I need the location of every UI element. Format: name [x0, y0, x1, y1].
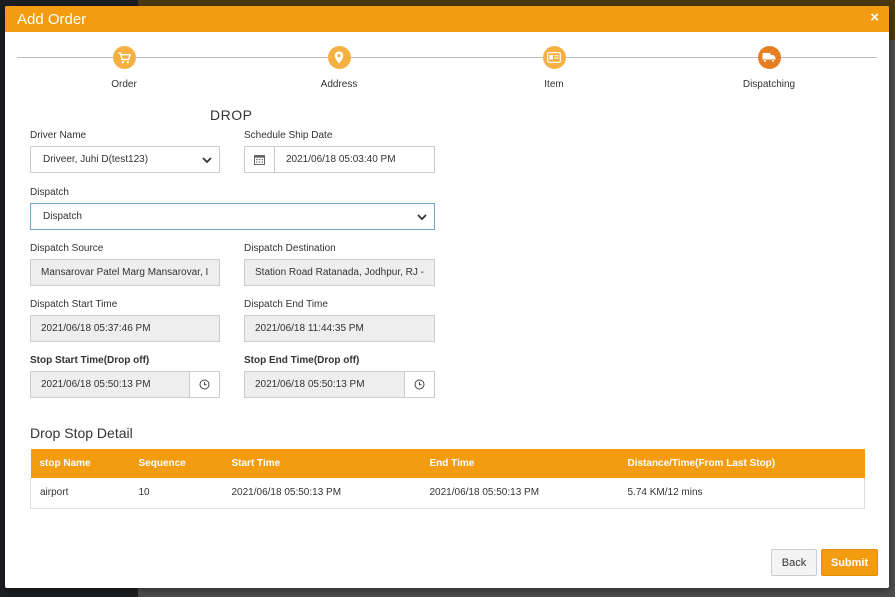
truck-icon	[757, 46, 781, 69]
dispatch-source-field[interactable]: Mansarovar Patel Marg Mansarovar, I	[30, 259, 220, 286]
stop-start-time-field[interactable]: 2021/06/18 05:50:13 PM	[30, 371, 220, 398]
back-button[interactable]: Back	[771, 549, 817, 576]
drop-stop-detail-title: Drop Stop Detail	[30, 425, 133, 441]
clock-icon[interactable]	[404, 372, 434, 397]
chevron-down-icon	[417, 214, 427, 221]
cell-start-time: 2021/06/18 05:50:13 PM	[222, 478, 421, 509]
submit-button[interactable]: Submit	[821, 549, 878, 576]
calendar-icon[interactable]	[245, 147, 275, 172]
cell-end-time: 2021/06/18 05:50:13 PM	[420, 478, 619, 509]
modal-title: Add Order	[17, 11, 87, 28]
dispatch-destination-value: Station Road Ratanada, Jodhpur, RJ -	[255, 267, 424, 278]
close-icon[interactable]: ×	[870, 9, 879, 26]
step-address[interactable]: Address	[279, 46, 399, 90]
dispatch-end-time-value: 2021/06/18 11:44:35 PM	[255, 323, 364, 334]
dispatch-select[interactable]: Dispatch	[30, 203, 435, 230]
order-stepper: Order Address Item Dispatching	[17, 46, 877, 96]
step-label-dispatching: Dispatching	[742, 79, 796, 90]
dispatch-start-time-value: 2021/06/18 05:37:46 PM	[41, 323, 151, 334]
column-header-distance-time: Distance/Time(From Last Stop)	[618, 449, 865, 478]
dispatch-start-time-field[interactable]: 2021/06/18 05:37:46 PM	[30, 315, 220, 342]
cell-distance-time: 5.74 KM/12 mins	[618, 478, 865, 509]
schedule-ship-date-value: 2021/06/18 05:03:40 PM	[286, 154, 396, 165]
stop-end-time-value: 2021/06/18 05:50:13 PM	[255, 379, 365, 390]
step-order[interactable]: Order	[64, 46, 184, 90]
step-label-address: Address	[320, 79, 358, 90]
cell-stop-name: airport	[30, 478, 130, 509]
dispatch-end-time-label: Dispatch End Time	[244, 299, 328, 310]
dispatch-value: Dispatch	[43, 211, 82, 222]
cell-sequence: 10	[129, 478, 223, 509]
dispatch-destination-label: Dispatch Destination	[244, 243, 336, 254]
stop-end-time-field[interactable]: 2021/06/18 05:50:13 PM	[244, 371, 435, 398]
table-header-row: stop Name Sequence Start Time End Time D…	[30, 449, 865, 478]
stop-end-time-label: Stop End Time(Drop off)	[244, 355, 360, 366]
driver-name-label: Driver Name	[30, 130, 87, 141]
column-header-stop-name: stop Name	[30, 449, 130, 478]
add-order-modal: Add Order × Order Address Item Dispatchi…	[5, 6, 889, 588]
schedule-ship-date-label: Schedule Ship Date	[244, 130, 333, 141]
stop-start-time-label: Stop Start Time(Drop off)	[30, 355, 150, 366]
map-pin-icon	[327, 46, 351, 69]
dispatch-destination-field[interactable]: Station Road Ratanada, Jodhpur, RJ -	[244, 259, 435, 286]
chevron-down-icon	[202, 157, 212, 164]
step-label-item: Item	[544, 79, 564, 90]
column-header-sequence: Sequence	[129, 449, 223, 478]
step-item[interactable]: Item	[494, 46, 614, 90]
schedule-ship-date-field[interactable]: 2021/06/18 05:03:40 PM	[244, 146, 435, 173]
step-label-order: Order	[111, 79, 137, 90]
modal-header: Add Order ×	[5, 6, 889, 32]
column-header-end-time: End Time	[420, 449, 619, 478]
column-header-start-time: Start Time	[222, 449, 421, 478]
table-row: airport 10 2021/06/18 05:50:13 PM 2021/0…	[30, 478, 865, 509]
drop-stop-table: stop Name Sequence Start Time End Time D…	[30, 449, 865, 509]
clock-icon[interactable]	[189, 372, 219, 397]
step-dispatching[interactable]: Dispatching	[709, 46, 829, 90]
stop-start-time-value: 2021/06/18 05:50:13 PM	[41, 379, 151, 390]
id-card-icon	[542, 46, 566, 69]
section-heading-drop: DROP	[210, 107, 253, 123]
dispatch-source-label: Dispatch Source	[30, 243, 104, 254]
driver-name-value: Driveer, Juhi D(test123)	[43, 154, 149, 165]
dispatch-end-time-field[interactable]: 2021/06/18 11:44:35 PM	[244, 315, 435, 342]
dispatch-source-value: Mansarovar Patel Marg Mansarovar, I	[41, 267, 209, 278]
driver-name-select[interactable]: Driveer, Juhi D(test123)	[30, 146, 220, 173]
dispatch-label: Dispatch	[30, 187, 69, 198]
cart-icon	[112, 46, 136, 69]
dispatch-start-time-label: Dispatch Start Time	[30, 299, 118, 310]
